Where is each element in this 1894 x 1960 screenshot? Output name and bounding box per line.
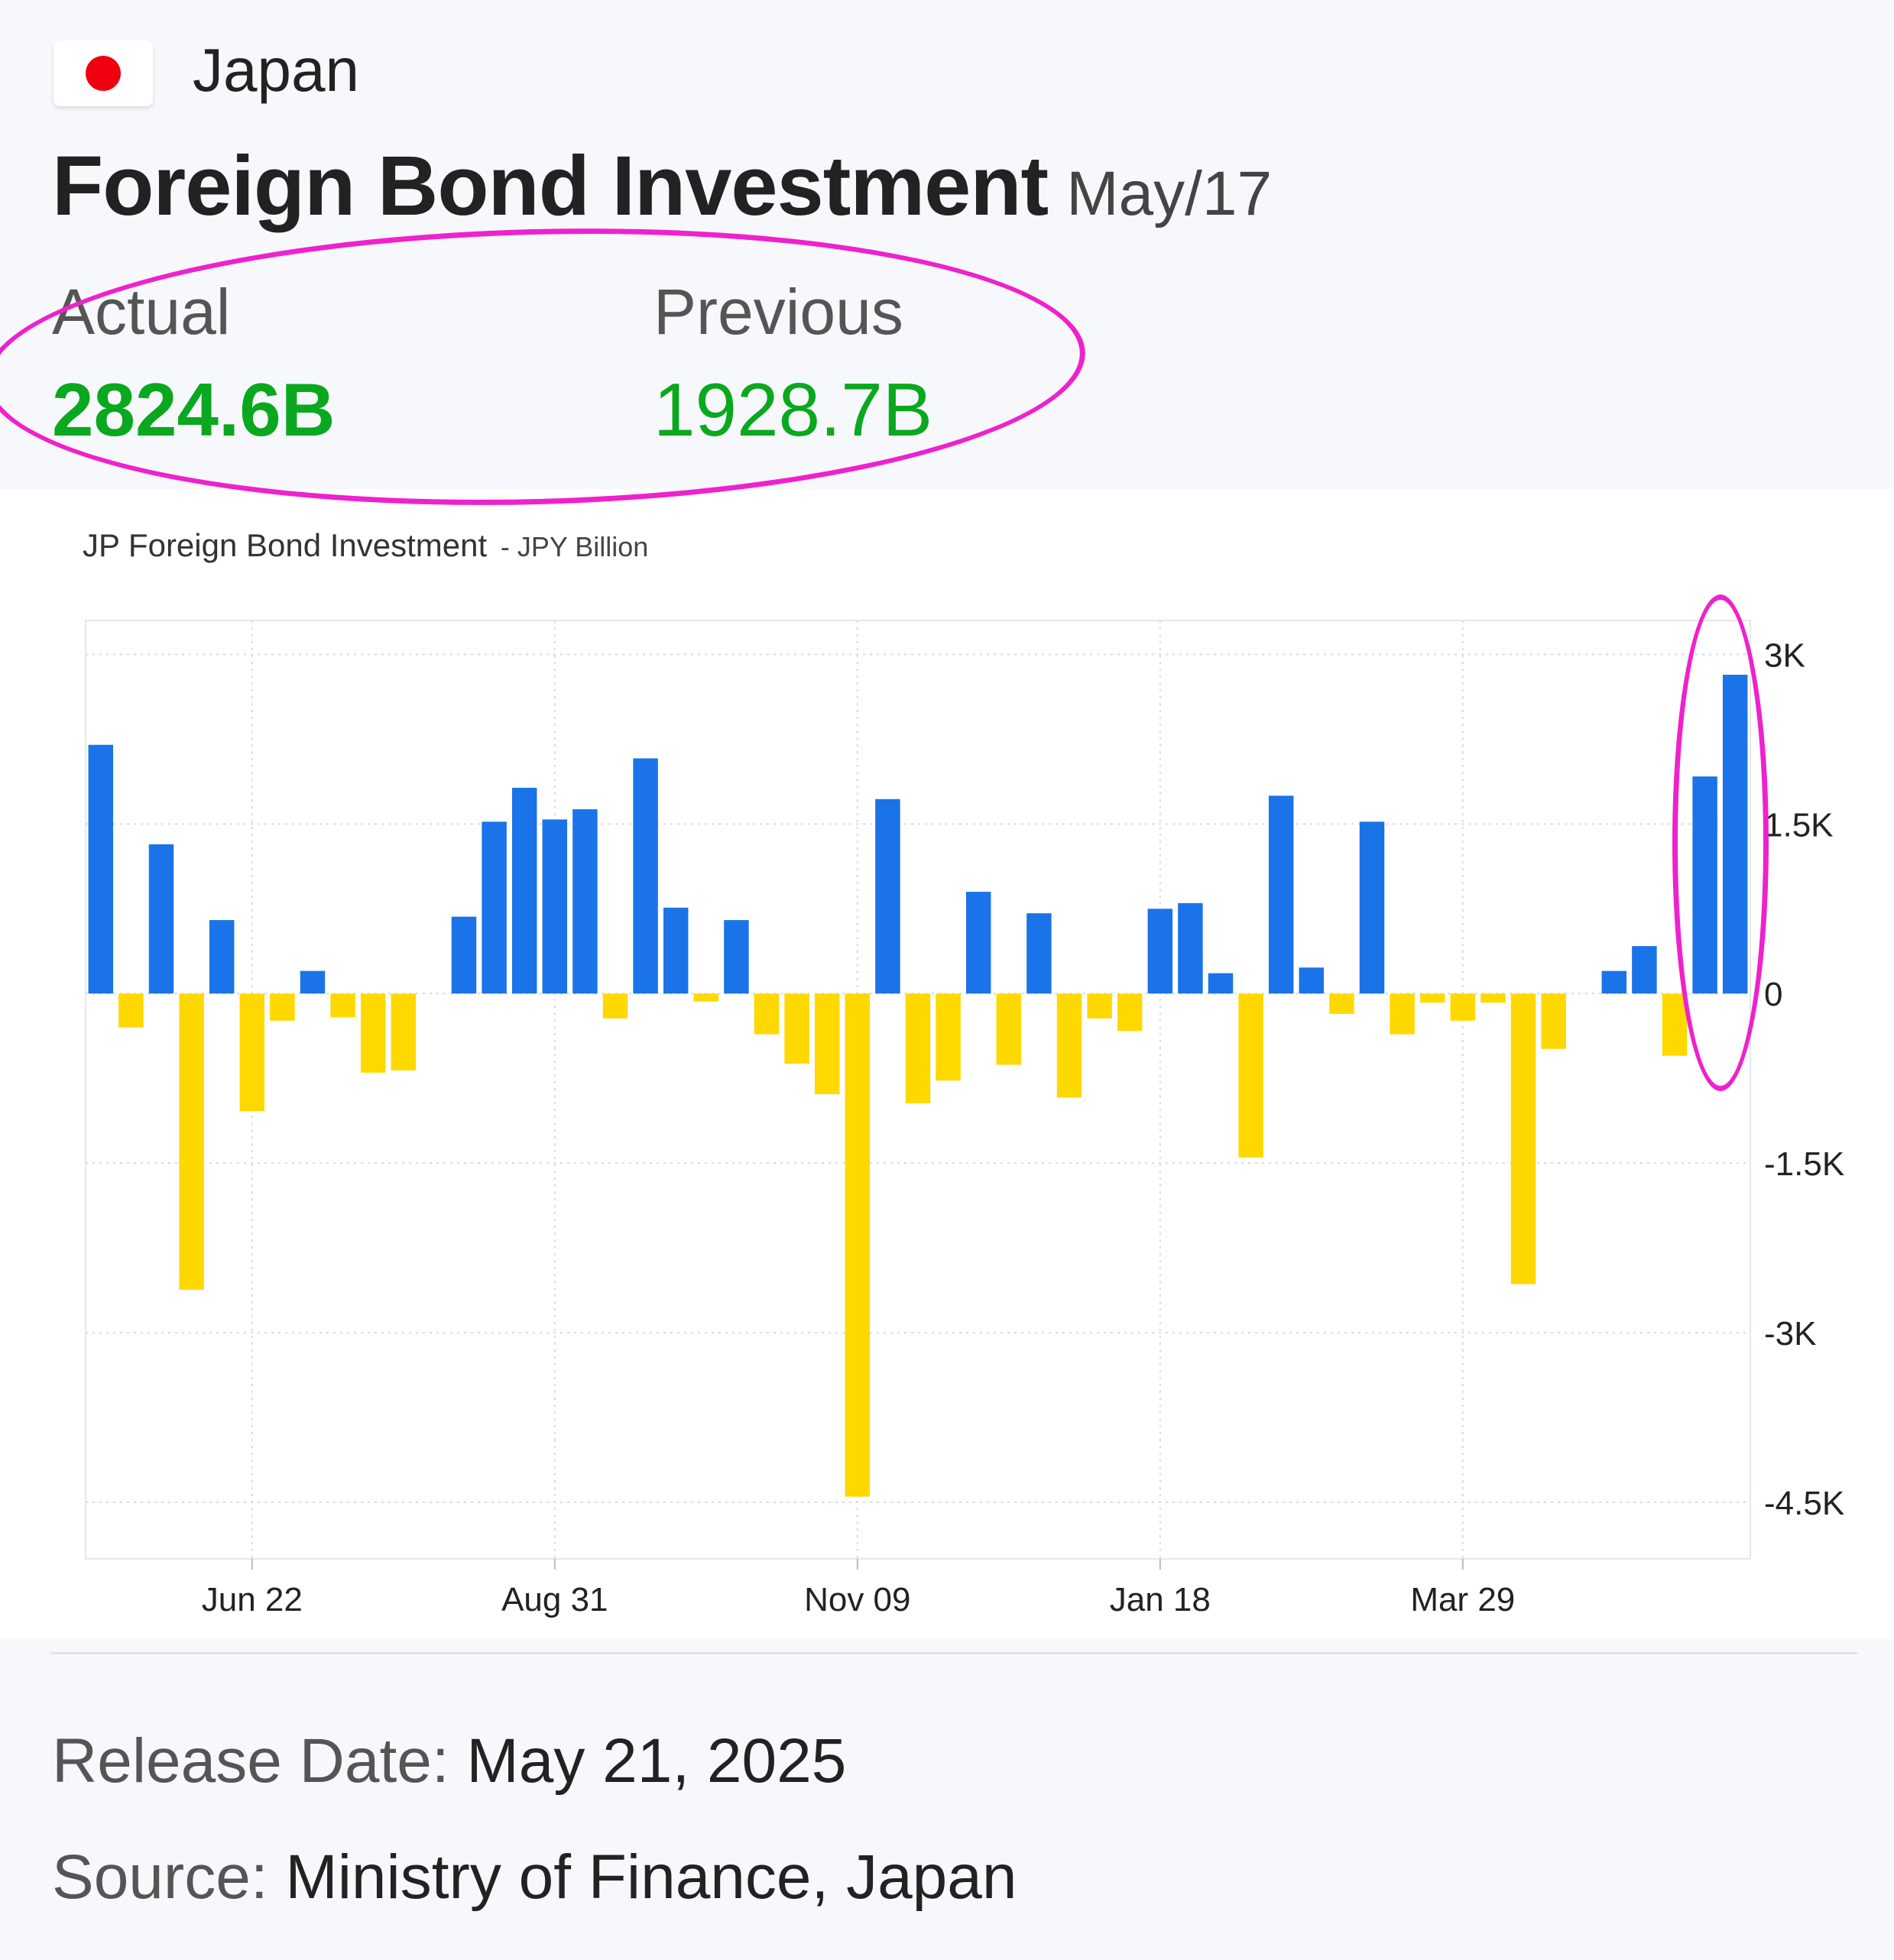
bar-chart: 3K 1.5K 0 -1.5K -3K -4.5K Jun 22 Aug 31 Nov 09 Ja… bbox=[85, 620, 1844, 1618]
bar bbox=[239, 993, 265, 1112]
bar bbox=[1692, 776, 1717, 994]
bar bbox=[965, 892, 991, 994]
x-tick-label: Mar 29 bbox=[1410, 1581, 1515, 1618]
bar bbox=[784, 993, 809, 1064]
bar bbox=[663, 907, 689, 994]
x-tick-label: Nov 09 bbox=[804, 1581, 910, 1618]
bar bbox=[693, 993, 719, 1002]
bar bbox=[572, 809, 598, 994]
y-tick-label: 1.5K bbox=[1764, 806, 1834, 844]
bar bbox=[602, 993, 628, 1019]
bar bbox=[209, 920, 235, 994]
source-row: Source: Ministry of Finance, Japan bbox=[52, 1842, 1017, 1913]
bar bbox=[1359, 821, 1385, 994]
bar bbox=[1238, 993, 1263, 1158]
source-label: Source: bbox=[52, 1842, 286, 1912]
x-tick-label: Jun 22 bbox=[202, 1581, 303, 1618]
bar bbox=[814, 993, 840, 1094]
bar bbox=[724, 920, 749, 994]
bar bbox=[330, 993, 355, 1018]
bar bbox=[845, 993, 871, 1497]
bar bbox=[1601, 970, 1627, 994]
bar bbox=[270, 993, 295, 1021]
bar bbox=[875, 799, 900, 994]
bar bbox=[1390, 993, 1415, 1035]
bar bbox=[1722, 675, 1748, 994]
release-date-row: Release Date: May 21, 2025 bbox=[52, 1725, 846, 1797]
bar bbox=[300, 970, 326, 994]
bar bbox=[1208, 973, 1234, 994]
bar bbox=[905, 993, 931, 1103]
y-tick-label: -4.5K bbox=[1764, 1485, 1844, 1522]
release-date-label: Release Date: bbox=[52, 1726, 467, 1796]
bar bbox=[1329, 993, 1354, 1014]
bar bbox=[1450, 993, 1476, 1021]
bar bbox=[451, 916, 477, 994]
bar bbox=[1480, 993, 1506, 1003]
bar bbox=[179, 993, 204, 1290]
bar bbox=[1662, 993, 1688, 1056]
bar bbox=[936, 993, 961, 1081]
bar bbox=[1268, 795, 1294, 994]
bar bbox=[1117, 993, 1143, 1032]
y-tick-label: -3K bbox=[1764, 1315, 1816, 1353]
divider bbox=[50, 1652, 1857, 1654]
y-tick-label: 0 bbox=[1764, 976, 1782, 1013]
bar bbox=[1299, 967, 1325, 994]
y-tick-label: -1.5K bbox=[1764, 1145, 1844, 1183]
bar bbox=[118, 993, 144, 1028]
bar bbox=[482, 821, 507, 994]
bar bbox=[391, 993, 417, 1071]
bar bbox=[1056, 993, 1082, 1098]
y-tick-label: 3K bbox=[1764, 637, 1805, 674]
bar bbox=[1541, 993, 1566, 1049]
source-value: Ministry of Finance, Japan bbox=[285, 1842, 1017, 1912]
bar bbox=[996, 993, 1022, 1065]
bar bbox=[1178, 902, 1203, 994]
x-tick-label: Aug 31 bbox=[501, 1581, 608, 1618]
bar bbox=[633, 758, 658, 994]
bar bbox=[542, 819, 568, 994]
bar bbox=[511, 787, 537, 994]
release-date-value: May 21, 2025 bbox=[466, 1726, 847, 1796]
bar bbox=[360, 993, 386, 1073]
bar bbox=[1632, 946, 1657, 994]
x-tick-label: Jan 18 bbox=[1110, 1581, 1211, 1618]
bar bbox=[1510, 993, 1536, 1285]
bar bbox=[88, 744, 114, 994]
bar bbox=[1419, 993, 1445, 1003]
bar bbox=[1147, 909, 1173, 994]
bar bbox=[148, 844, 174, 994]
bar bbox=[1087, 993, 1112, 1019]
bar bbox=[1026, 913, 1052, 994]
bar bbox=[754, 993, 780, 1035]
